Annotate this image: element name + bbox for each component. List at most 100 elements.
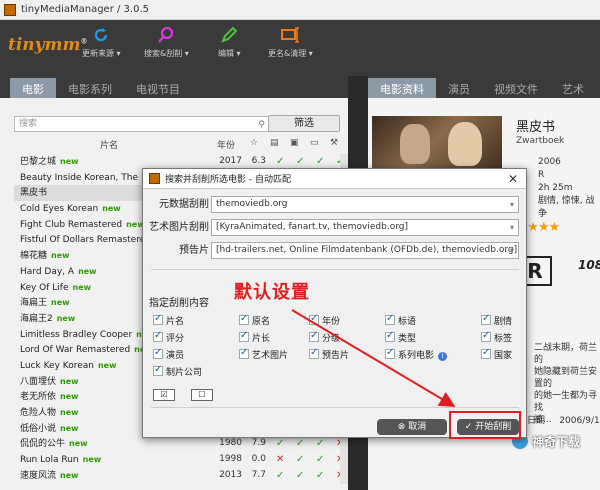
filter-button[interactable]: 筛选 [268,115,340,132]
scrape-option-label: 片长 [252,334,271,344]
annotation-default-settings: 默认设置 [234,282,310,303]
checkbox-checked-icon[interactable] [239,313,249,325]
scrape-option-checkbox[interactable]: 片名 [153,313,185,327]
info-icon[interactable]: i [438,352,448,361]
rating-cell: 7.7 [251,469,266,480]
checkbox-checked-icon[interactable] [309,313,319,325]
column-year[interactable]: 年份 [210,138,242,151]
scrape-option-checkbox[interactable]: 年份 [309,313,340,327]
scrape-option-label: 评分 [166,334,185,344]
scrape-option-checkbox[interactable]: 标签 [481,330,513,344]
movie-title-cell: Key Of Life [20,282,69,293]
deselect-all-button[interactable]: ☐ [191,389,213,401]
new-badge: new [60,157,79,166]
checkbox-checked-icon[interactable] [481,330,491,342]
movie-title-cell: 黑皮书 [20,188,48,199]
artwork-scraper-select[interactable]: [KyraAnimated, fanart.tv, themoviedb.org… [211,219,519,236]
movie-title-wrap: 危险人物 new [20,405,79,422]
scrape-option-checkbox[interactable]: 系列电影i [385,347,448,361]
wrench-column-icon[interactable]: ⚒ [330,138,338,148]
checkbox-checked-icon[interactable] [153,364,163,376]
movie-title-wrap: Fight Club Remastered new [20,217,145,234]
rename-icon [281,27,300,43]
movie-title-wrap: Run Lola Run new [20,452,101,469]
scrape-option-label: 系列电影 [398,351,435,361]
movie-title-wrap: 侃侃的公牛 new [20,436,88,453]
scrape-option-label: 类型 [398,334,417,344]
tab-artwork[interactable]: 艺术 [550,78,596,98]
scrape-option-label: 制片公司 [166,368,203,378]
rating-cell: 0.0 [251,454,266,465]
scrape-option-checkbox[interactable]: 标语 [385,313,417,327]
scrape-option-checkbox[interactable]: 片长 [239,330,271,344]
scrape-option-checkbox[interactable]: 类型 [385,330,417,344]
annotation-highlight-box [449,411,521,439]
search-input[interactable]: 搜索 ⚲ [14,116,270,132]
cancel-button[interactable]: ⊗ 取消 [377,419,447,435]
checkbox-checked-icon[interactable] [239,347,249,359]
tab-movie-info[interactable]: 电影资料 [368,78,436,98]
metadata-scraper-select[interactable]: themoviedb.org ▾ [211,196,519,213]
close-icon[interactable]: ✕ [508,172,518,186]
scrape-option-checkbox[interactable]: 剧情 [481,313,512,327]
checkbox-checked-icon[interactable] [481,313,491,325]
scrape-option-label: 分级 [322,334,341,344]
tab-cast[interactable]: 演员 [436,78,482,98]
checkbox-checked-icon[interactable] [153,313,163,325]
scrape-option-label: 片名 [166,317,185,327]
tab-tv-shows[interactable]: 电视节目 [124,78,192,98]
scrape-option-label: 标语 [398,317,417,327]
checkbox-checked-icon[interactable] [153,347,163,359]
new-badge: new [60,470,79,480]
movie-title-cell: Hard Day, A [20,266,75,277]
scrape-option-label: 预告片 [322,351,350,361]
scrape-option-checkbox[interactable]: 评分 [153,330,185,344]
left-tab-bar: 电影 电影系列 电视节目 [0,76,348,98]
edit-button[interactable]: 编辑 ▾ [218,26,241,59]
check-icon: ✓ [296,438,305,450]
scrape-option-checkbox[interactable]: 原名 [239,313,270,327]
movie-title-cell: Beauty Inside Korean, The [20,172,138,183]
cross-icon: ✕ [276,454,285,466]
rename-cleanup-button[interactable]: 更名&清理 ▾ [268,26,313,59]
movie-title-cell: 海扁王2 [20,313,53,324]
checkbox-checked-icon[interactable] [239,330,249,342]
search-icon [158,26,174,43]
movie-title-cell: Fight Club Remastered [20,219,123,230]
scrape-option-checkbox[interactable]: 演员 [153,347,184,361]
scrape-option-checkbox[interactable]: 国家 [481,347,512,361]
tab-movie-sets[interactable]: 电影系列 [56,78,124,98]
check-icon: ✓ [316,454,325,466]
column-title[interactable]: 片名 [14,138,204,151]
checkbox-checked-icon[interactable] [309,347,319,359]
update-sources-button[interactable]: 更新来源 ▾ [82,26,121,59]
artwork-column-icon[interactable]: ▣ [290,138,299,148]
checkbox-checked-icon[interactable] [385,313,395,325]
checkbox-checked-icon[interactable] [385,330,395,342]
trailer-scraper-select[interactable]: [hd-trailers.net, Online Filmdatenbank (… [211,242,519,259]
rating-column-icon[interactable]: ☆ [250,138,258,148]
scrape-option-label: 标签 [494,334,513,344]
movie-title-cell: 老无所依 [20,392,57,403]
scrape-option-checkbox[interactable]: 艺术图片 [239,347,288,361]
table-row[interactable]: Run Lola Runnew19980.0✕✓✓✕ [14,452,344,468]
movie-title-cell: 海扁王 [20,298,48,309]
scrape-option-checkbox[interactable]: 分级 [309,330,341,344]
scrape-option-checkbox[interactable]: 预告片 [309,347,350,361]
table-row[interactable]: 速度风流new20137.7✓✓✓✕ [14,468,344,484]
select-all-button[interactable]: ☑ [153,389,175,401]
checkbox-checked-icon[interactable] [153,330,163,342]
checkbox-checked-icon[interactable] [481,347,491,359]
release-date: 播日期 2006/9/1 [518,416,600,426]
checkbox-checked-icon[interactable] [385,347,395,359]
movie-title-cell: 巴黎之城 [20,157,57,167]
nfo-column-icon[interactable]: ▤ [270,138,279,148]
subtitle-column-icon[interactable]: ▭ [310,138,319,148]
tab-media-files[interactable]: 视频文件 [482,78,550,98]
tab-movies[interactable]: 电影 [10,78,56,98]
table-row[interactable]: 侃侃的公牛new19807.9✓✓✓✕ [14,436,344,452]
search-scrape-button[interactable]: 搜索&刮削 ▾ [144,26,189,59]
app-icon [4,3,16,16]
scrape-option-checkbox[interactable]: 制片公司 [153,364,203,378]
checkbox-checked-icon[interactable] [309,330,319,342]
